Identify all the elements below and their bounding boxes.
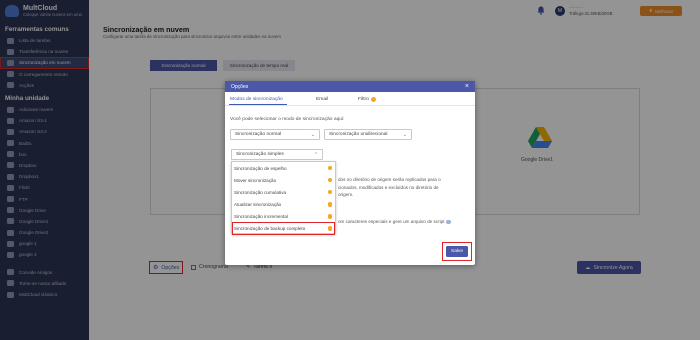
option-label: Sincronização de espelho (234, 165, 287, 171)
sync-submode-value: Sincronização simples (236, 152, 284, 157)
option-label: Atualizar sincronização (234, 201, 282, 207)
modal-header: Opções × (225, 81, 475, 92)
modal-title: Opções (231, 83, 249, 90)
description-line-3: origem. (338, 192, 354, 197)
dropdown-option-move[interactable]: Mover sincronização (232, 174, 335, 186)
premium-crown-icon (327, 189, 332, 195)
tab-email[interactable]: Email (316, 97, 328, 102)
dropdown-option-update[interactable]: Atualizar sincronização (232, 198, 335, 210)
save-highlight: Salve (442, 242, 472, 261)
options-modal: Opções × Modos de sincronização Email Fi… (225, 81, 475, 265)
tab-filter[interactable]: Filtro (358, 96, 376, 102)
premium-crown-icon (327, 177, 332, 183)
dropdown-option-cumulative[interactable]: Sincronização cumulativa (232, 186, 335, 198)
info-icon[interactable] (446, 219, 451, 225)
dropdown-option-full-backup[interactable]: Sincronização de backup completo (232, 222, 335, 235)
chevron-down-icon: ⌄ (310, 131, 315, 138)
close-icon[interactable]: × (465, 83, 469, 90)
option-label: Sincronização de backup completo (234, 226, 306, 232)
modal-tabs: Modos de sincronização Email Filtro (225, 93, 475, 106)
tab-filter-label: Filtro (358, 96, 369, 102)
tab-sync-modes[interactable]: Modos de sincronização (230, 97, 283, 102)
sync-mode-select[interactable]: Sincronização normal ⌄ (230, 129, 320, 140)
sync-submode-dropdown: Sincronização de espelho Mover sincroniz… (231, 161, 336, 235)
dropdown-option-mirror[interactable]: Sincronização de espelho (232, 162, 335, 174)
description-text: dos no diretório de origem serão replica… (338, 176, 441, 199)
script-option-text: om caracteres especiais e gere um arquiv… (338, 218, 451, 226)
sync-direction-select[interactable]: Sincronização unidirecional ⌄ (324, 129, 412, 140)
premium-crown-icon (327, 214, 332, 219)
premium-crown-icon (327, 226, 332, 231)
premium-crown-icon (327, 165, 332, 171)
option-label: Sincronização cumulativa (234, 189, 287, 195)
description-line-2: cionados, modificados e excluídos no dir… (338, 184, 439, 190)
description-line-1: dos no diretório de origem serão replica… (338, 177, 441, 182)
premium-crown-icon (327, 202, 332, 207)
premium-crown-icon (370, 96, 376, 102)
modal-intro: Você pode selecionar o modo de sincroniz… (230, 117, 345, 122)
sync-mode-value: Sincronização normal (235, 132, 282, 137)
sync-direction-value: Sincronização unidirecional (329, 132, 388, 137)
chevron-up-icon: ⌃ (313, 151, 318, 158)
option-label: Sincronização incremental (234, 213, 288, 219)
active-tab-indicator (229, 104, 287, 106)
option-label: Mover sincronização (234, 177, 277, 183)
save-button[interactable]: Salve (446, 246, 468, 257)
chevron-down-icon: ⌄ (402, 131, 407, 138)
sync-submode-select[interactable]: Sincronização simples ⌃ (231, 149, 323, 160)
dropdown-option-incremental[interactable]: Sincronização incremental (232, 210, 335, 222)
script-option-label: om caracteres especiais e gere um arquiv… (338, 219, 445, 224)
